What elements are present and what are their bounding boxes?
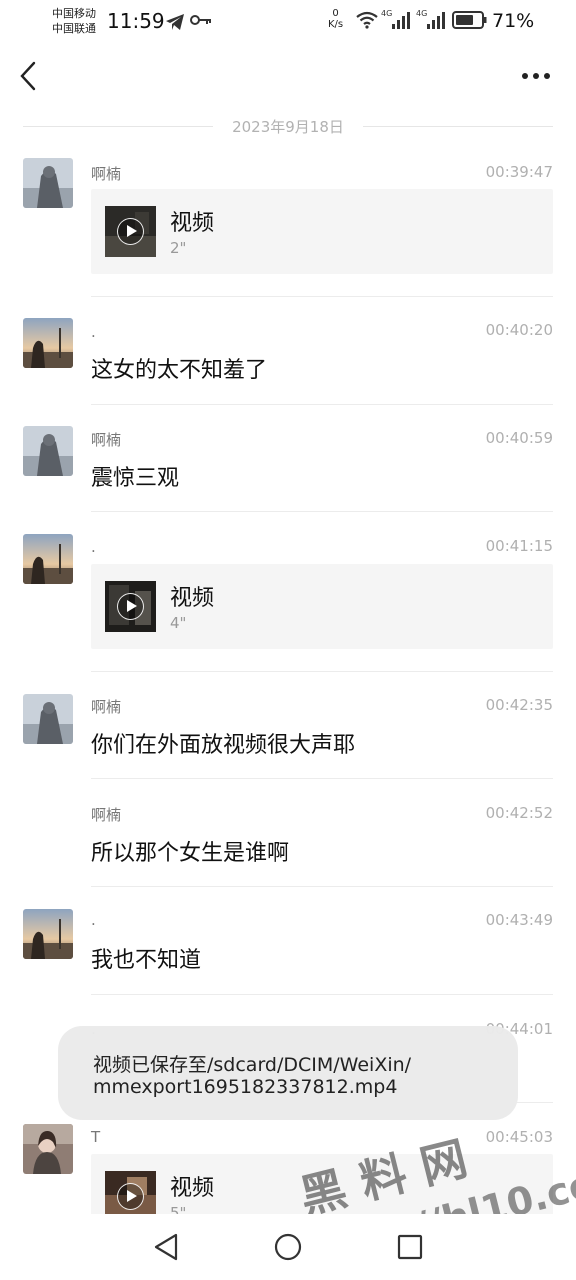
video-label: 视频 — [170, 1176, 215, 1201]
video-thumbnail — [105, 581, 156, 632]
message-separator — [91, 994, 553, 995]
key-icon — [190, 15, 211, 25]
status-bar: 中国移动 中国联通 11:59 0 K/s 4G 4G 71% — [0, 0, 576, 44]
avatar[interactable] — [23, 909, 73, 959]
net1-label: 4G — [381, 9, 393, 18]
message-time: 00:39:47 — [485, 163, 553, 181]
carrier-2: 中国联通 — [52, 22, 96, 35]
sender-name: . — [91, 911, 96, 929]
message-time: 00:42:52 — [485, 804, 553, 822]
message-separator — [91, 404, 553, 405]
network-speed: 0 K/s — [328, 8, 343, 30]
avatar[interactable] — [23, 158, 73, 208]
signal-icon — [392, 12, 410, 29]
date-divider: 2023年9月18日 — [232, 118, 344, 136]
sender-name: 啊楠 — [91, 431, 122, 449]
play-icon — [117, 218, 144, 245]
avatar[interactable] — [23, 694, 73, 744]
more-dots-icon[interactable] — [516, 62, 556, 90]
message-text: 震惊三观 — [91, 466, 180, 491]
avatar[interactable] — [23, 534, 73, 584]
network-speed-value: 0 — [332, 8, 339, 19]
save-toast: 视频已保存至/sdcard/DCIM/WeiXin/ mmexport16951… — [58, 1026, 518, 1120]
message-time: 00:41:15 — [485, 537, 553, 555]
message-separator — [91, 511, 553, 512]
square-recent-icon[interactable] — [393, 1230, 427, 1264]
avatar[interactable] — [23, 1124, 73, 1174]
battery-percent: 71% — [492, 10, 535, 32]
clock: 11:59 — [107, 9, 165, 33]
toast-line-2: mmexport1695182337812.mp4 — [93, 1076, 398, 1098]
play-icon — [117, 593, 144, 620]
toast-line-1: 视频已保存至/sdcard/DCIM/WeiXin/ — [93, 1054, 412, 1076]
sender-name: . — [91, 323, 96, 341]
signal-icon — [427, 12, 445, 29]
message-text: 我也不知道 — [91, 948, 202, 973]
message-time: 00:42:35 — [485, 696, 553, 714]
circle-home-icon[interactable] — [271, 1230, 305, 1264]
video-label: 视频 — [170, 211, 215, 236]
video-duration: 2" — [170, 239, 187, 257]
message-separator — [91, 671, 553, 672]
avatar[interactable] — [23, 318, 73, 368]
network-speed-unit: K/s — [328, 19, 344, 30]
sender-name: . — [91, 538, 96, 556]
battery-icon — [452, 11, 487, 29]
play-icon — [117, 1183, 144, 1210]
message-text: 你们在外面放视频很大声耶 — [91, 733, 356, 758]
telegram-icon — [166, 14, 184, 30]
message-time: 00:45:03 — [485, 1128, 553, 1146]
back-arrow-icon[interactable] — [14, 58, 44, 94]
sender-name: 啊楠 — [91, 806, 122, 824]
message-text: 所以那个女生是谁啊 — [91, 841, 290, 866]
sender-name: T — [91, 1128, 101, 1146]
message-time: 00:40:59 — [485, 429, 553, 447]
message-time: 00:43:49 — [485, 911, 553, 929]
video-thumbnail — [105, 206, 156, 257]
sender-name: 啊楠 — [91, 165, 122, 183]
message-text: 这女的太不知羞了 — [91, 358, 268, 383]
message-separator — [91, 778, 553, 779]
video-message[interactable]: 视频 4" — [91, 564, 553, 649]
triangle-back-icon[interactable] — [150, 1230, 184, 1264]
message-separator — [91, 296, 553, 297]
avatar[interactable] — [23, 426, 73, 476]
divider-right — [363, 126, 553, 127]
carrier-1: 中国移动 — [52, 7, 96, 20]
net2-label: 4G — [416, 9, 428, 18]
video-label: 视频 — [170, 586, 215, 611]
video-message[interactable]: 视频 2" — [91, 189, 553, 274]
sender-name: 啊楠 — [91, 698, 122, 716]
video-duration: 4" — [170, 614, 187, 632]
message-separator — [91, 886, 553, 887]
carrier-labels: 中国移动 中国联通 — [52, 6, 96, 36]
divider-left — [23, 126, 213, 127]
message-time: 00:40:20 — [485, 321, 553, 339]
wifi-icon — [356, 11, 378, 29]
